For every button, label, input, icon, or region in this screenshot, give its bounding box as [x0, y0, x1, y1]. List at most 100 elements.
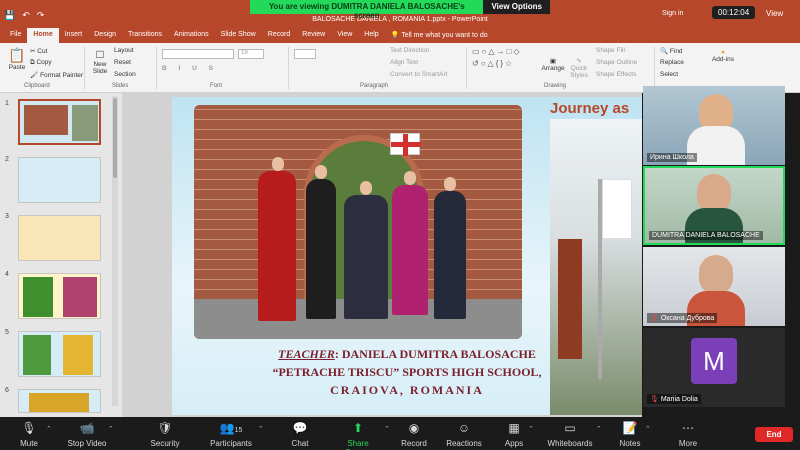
ribbon-divider — [156, 47, 157, 89]
chevron-up-icon[interactable]: ⌃ — [384, 425, 390, 433]
tell-me-search[interactable]: 💡 Tell me what you want to do — [385, 28, 494, 43]
cut-label: Cut — [37, 48, 48, 55]
text-direction-button[interactable]: Text Direction — [390, 47, 429, 54]
quick-styles-button[interactable]: ✎ Quick Styles — [566, 57, 592, 79]
copy-button[interactable]: ⧉ Copy — [30, 59, 52, 67]
align-text-button[interactable]: Align Text — [390, 59, 418, 66]
participant-tile-1[interactable]: Ирина Школа — [643, 86, 785, 165]
tab-slide-show[interactable]: Slide Show — [215, 28, 262, 43]
shape-effects-button[interactable]: Shape Effects — [596, 71, 636, 78]
layout-button[interactable]: Layout — [114, 47, 134, 54]
tab-record[interactable]: Record — [262, 28, 297, 43]
tab-review[interactable]: Review — [296, 28, 331, 43]
chevron-up-icon[interactable]: ⌃ — [645, 425, 651, 433]
slide-thumbnail-2[interactable] — [18, 157, 101, 203]
current-slide[interactable]: TEACHER: DANIELA DUMITRA BALOSACHE “PETR… — [172, 97, 642, 415]
slide-thumbnail-1[interactable] — [18, 99, 101, 145]
lightbulb-icon: 💡 — [390, 32, 400, 39]
paragraph-group-label: Paragraph — [360, 83, 389, 89]
reset-button[interactable]: Reset — [114, 59, 131, 66]
record-button[interactable]: ◉ Record — [400, 421, 428, 448]
person-head — [315, 165, 327, 179]
apps-button[interactable]: ▦ Apps — [502, 421, 526, 448]
person-figure — [306, 179, 336, 319]
shield-icon: 🛡 — [157, 421, 173, 435]
slide-thumbnail-4[interactable] — [18, 273, 101, 319]
participants-button[interactable]: 👥15 Participants — [206, 421, 256, 448]
find-button[interactable]: 🔍 Find — [660, 47, 683, 55]
participant-name: Оксана Дуброва — [660, 315, 715, 322]
chevron-up-icon[interactable]: ⌃ — [596, 425, 602, 433]
sign-in-link[interactable]: Sign in — [662, 10, 683, 17]
shapes-gallery[interactable]: ▭○△→□◇ — [472, 47, 522, 56]
shape-outline-button[interactable]: Shape Outline — [596, 59, 637, 66]
mute-button[interactable]: 🎙 Mute — [16, 421, 42, 448]
thumbnail-photo — [23, 335, 51, 375]
arrange-button[interactable]: ▣ Arrange — [540, 57, 566, 72]
teacher-name: : DANIELA DUMITRA BALOSACHE — [334, 347, 536, 361]
tab-view[interactable]: View — [331, 28, 358, 43]
whiteboards-label: Whiteboards — [547, 439, 593, 448]
font-name-box[interactable] — [162, 49, 234, 59]
end-meeting-button[interactable]: End — [755, 427, 793, 442]
new-slide-button[interactable]: □ New Slide — [88, 47, 112, 75]
section-button[interactable]: Section — [114, 71, 136, 78]
chevron-up-icon[interactable]: ⌃ — [46, 425, 52, 433]
chat-button[interactable]: 💬 Chat — [288, 421, 312, 448]
find-label: Find — [669, 48, 683, 55]
select-button[interactable]: Select — [660, 71, 678, 78]
thumbnail-photo — [24, 105, 68, 135]
tab-transitions[interactable]: Transitions — [122, 28, 168, 43]
chevron-up-icon[interactable]: ⌃ — [258, 425, 264, 433]
slide-thumbnail-3[interactable] — [18, 215, 101, 261]
reactions-button[interactable]: ☺ Reactions — [446, 421, 482, 448]
shape-fill-button[interactable]: Shape Fill — [596, 47, 625, 54]
participant-tile-4[interactable]: M 🎙 Mariia Dolia — [643, 328, 785, 407]
font-size-box[interactable]: 19 — [238, 49, 264, 59]
add-ins-button[interactable]: ● Add-ins — [708, 49, 738, 63]
notes-button[interactable]: 📝 Notes — [618, 421, 642, 448]
replace-button[interactable]: Replace — [660, 59, 684, 66]
bullets-button[interactable] — [294, 49, 316, 59]
whiteboards-button[interactable]: ▭ Whiteboards — [546, 421, 594, 448]
participant-tile-2[interactable]: DUMITRA DANIELA BALOSACHE — [643, 166, 785, 245]
scrollbar-knob[interactable] — [113, 98, 117, 178]
slide-number: 4 — [5, 271, 9, 278]
paste-label: Paste — [8, 64, 26, 71]
participant-tile-3[interactable]: 🎙 Оксана Дуброва — [643, 247, 785, 326]
font-format-buttons[interactable]: B I U S — [162, 65, 218, 72]
font-group-label: Font — [210, 83, 223, 89]
thumbnail-scrollbar[interactable] — [112, 96, 118, 406]
tab-insert[interactable]: Insert — [59, 28, 89, 43]
chevron-up-icon[interactable]: ⌃ — [528, 425, 534, 433]
chat-label: Chat — [291, 439, 309, 448]
security-label: Security — [150, 439, 180, 448]
tab-help[interactable]: Help — [358, 28, 384, 43]
convert-smartart-button[interactable]: Convert to SmartArt — [390, 71, 447, 78]
slide-thumbnail-6[interactable] — [18, 389, 101, 413]
cut-button[interactable]: ✂ Cut — [30, 47, 47, 55]
security-button[interactable]: 🛡 Security — [148, 421, 182, 448]
ribbon-tabs: File Home Insert Design Transitions Anim… — [0, 28, 800, 43]
drawing-group-label: Drawing — [544, 83, 567, 89]
teacher-label: TEACHER — [278, 347, 335, 361]
more-button[interactable]: ⋯ More — [676, 421, 700, 448]
tab-design[interactable]: Design — [88, 28, 122, 43]
shapes-gallery-row2[interactable]: ↺○△{}☆ — [472, 59, 514, 68]
paste-button[interactable]: 📋 Paste — [6, 47, 28, 71]
share-screen-button[interactable]: ⬆ Share Screen — [334, 421, 382, 450]
stop-video-button[interactable]: 📹 Stop Video — [64, 421, 110, 448]
person-head — [404, 171, 416, 185]
tab-home[interactable]: Home — [27, 28, 59, 43]
slide-thumbnail-5[interactable] — [18, 331, 101, 377]
thumbnail-photo — [63, 277, 97, 317]
tab-file[interactable]: File — [4, 28, 27, 43]
notes-icon: 📝 — [622, 421, 638, 435]
participant-name-box: 🎙 Mariia Dolia — [647, 394, 701, 404]
format-painter-button[interactable]: 🖌 Format Painter — [30, 71, 83, 79]
view-button[interactable]: View — [766, 9, 783, 18]
chevron-up-icon[interactable]: ⌃ — [108, 425, 114, 433]
add-ins-icon: ● — [721, 49, 725, 56]
tab-animations[interactable]: Animations — [168, 28, 215, 43]
view-options-button[interactable]: View Options — [483, 0, 550, 14]
